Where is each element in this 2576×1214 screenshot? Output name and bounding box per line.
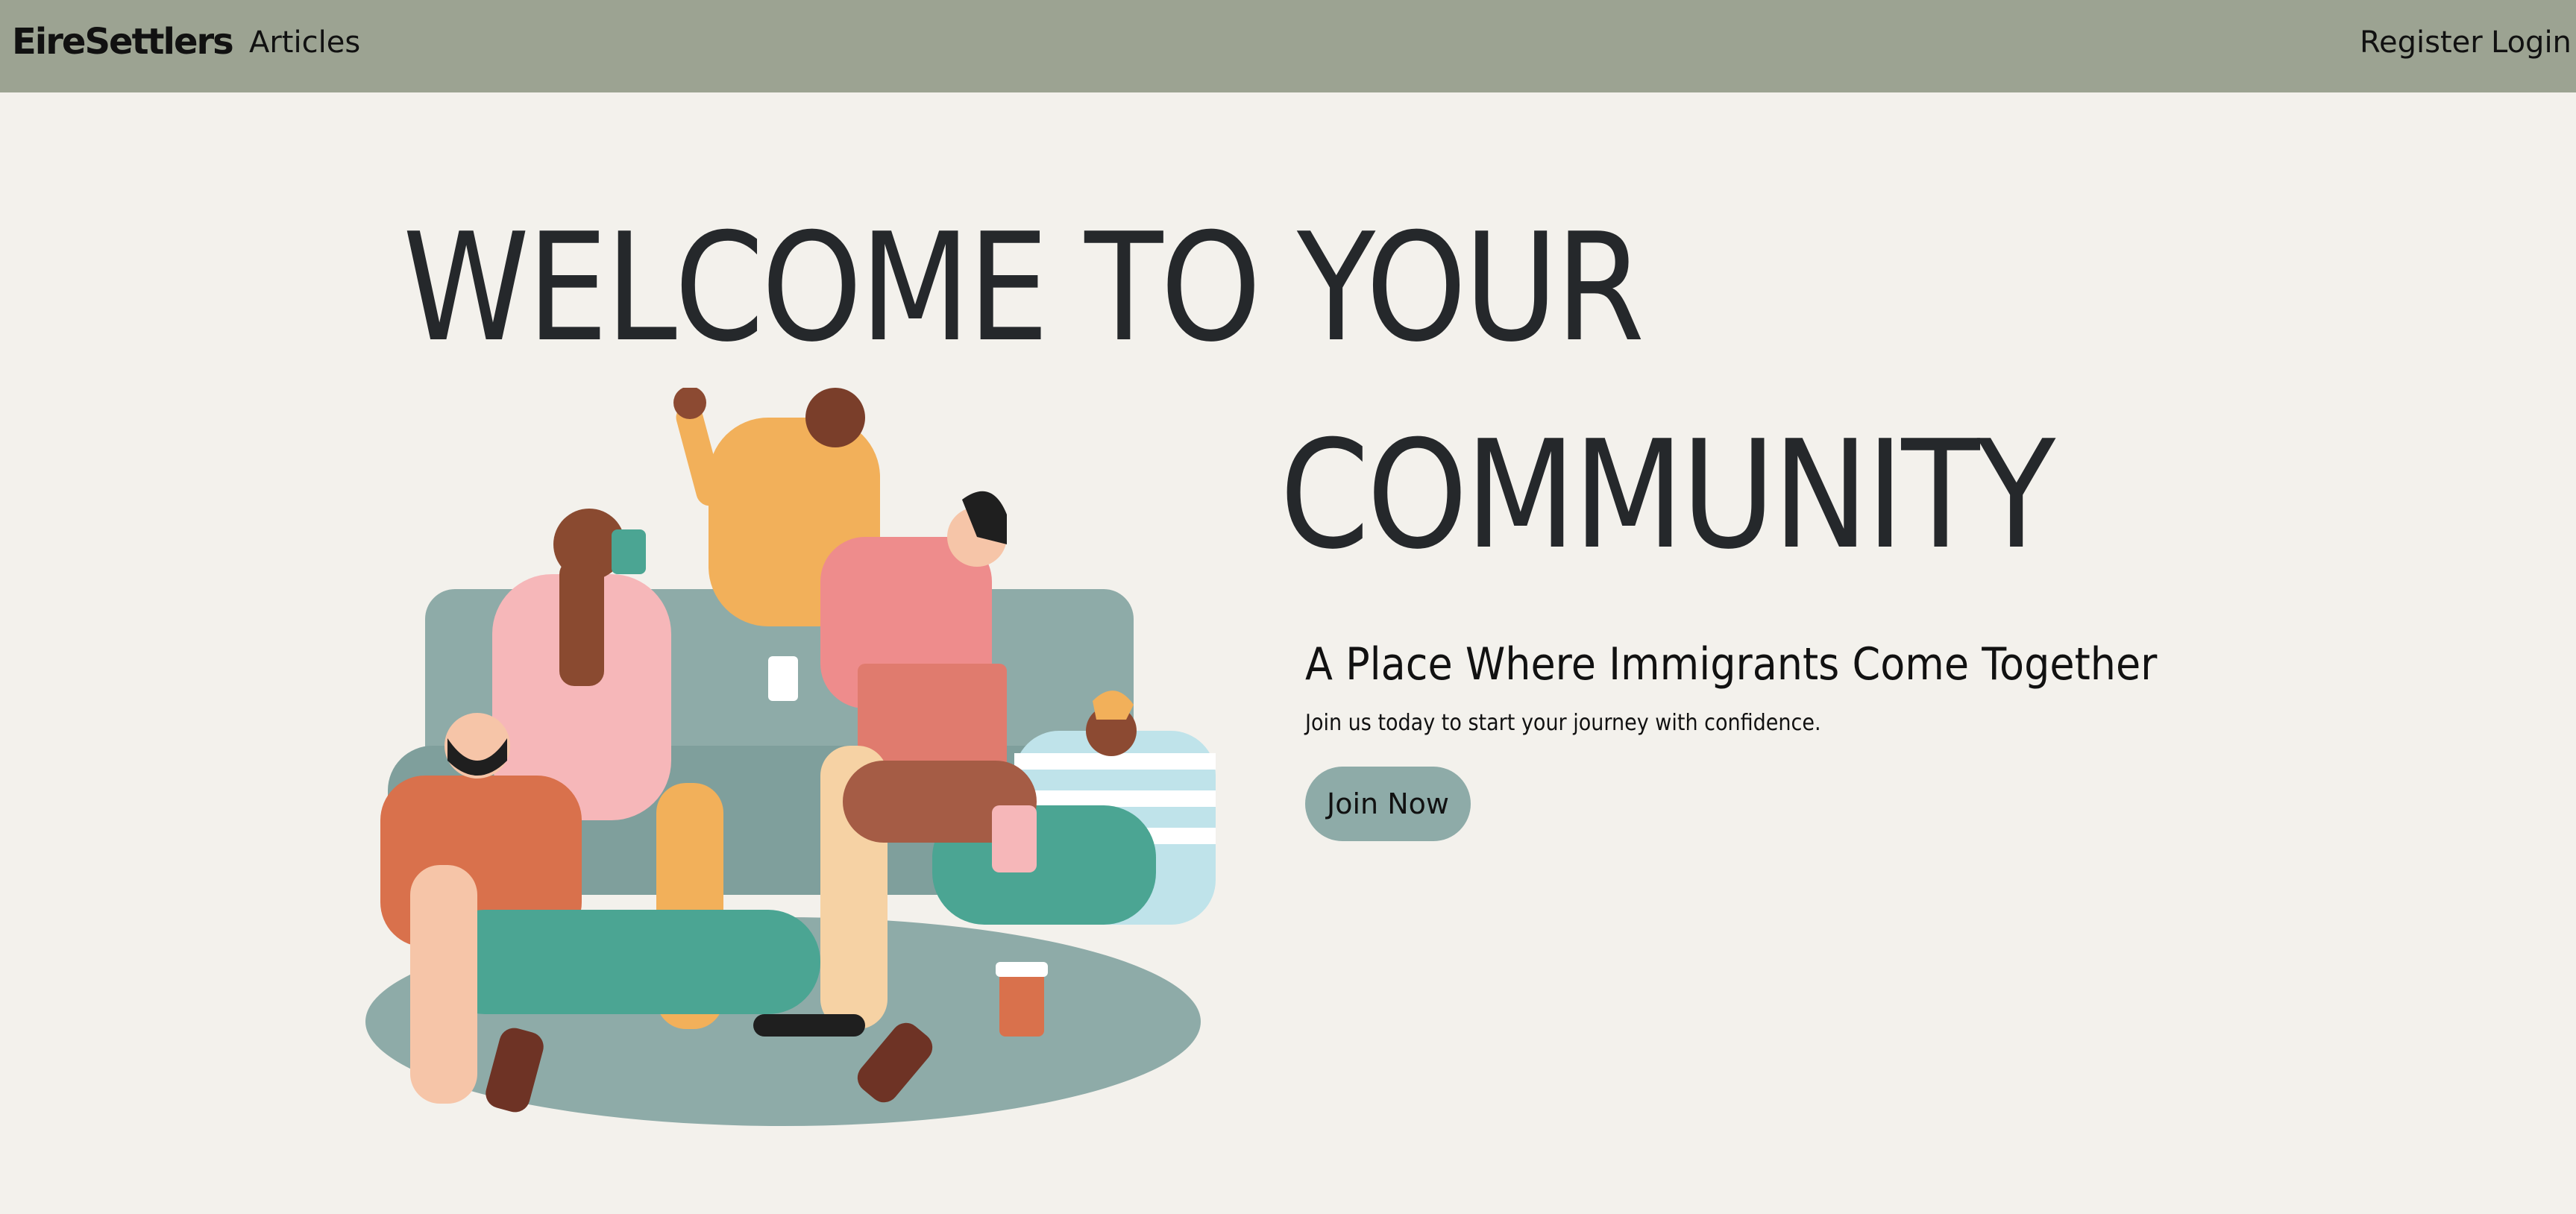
- brand-logo[interactable]: EireSettlers: [12, 21, 234, 63]
- nav-link-register[interactable]: Register: [2360, 25, 2483, 60]
- nav-link-login[interactable]: Login: [2491, 25, 2572, 60]
- top-navbar: EireSettlers Articles Register Login: [0, 0, 2576, 92]
- hero-headline-line1: WELCOME TO YOUR: [403, 201, 1644, 375]
- hero-illustration: [365, 388, 1216, 1126]
- join-now-button[interactable]: Join Now: [1305, 767, 1471, 841]
- hero-tagline: Join us today to start your journey with…: [1305, 710, 1821, 736]
- hero-headline-line2: COMMUNITY: [1280, 409, 2055, 582]
- nav-link-articles[interactable]: Articles: [249, 25, 360, 60]
- hero-subtitle: A Place Where Immigrants Come Together: [1305, 638, 2158, 691]
